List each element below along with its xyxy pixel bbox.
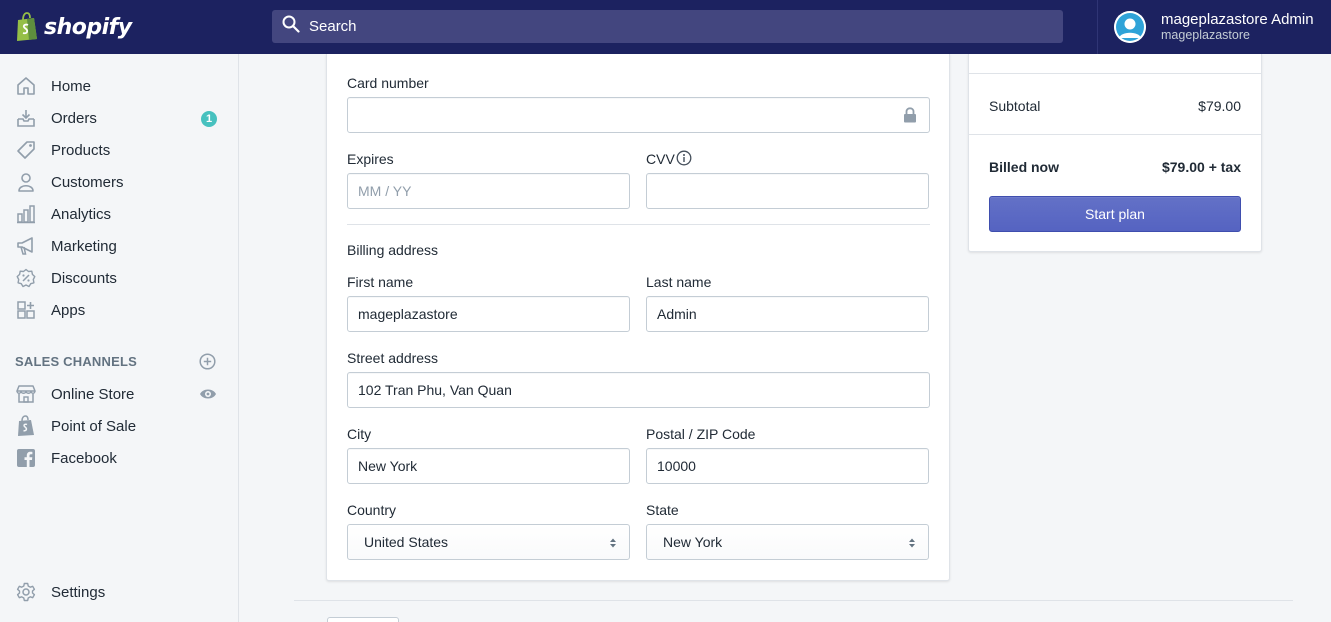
sidebar-item-label: Marketing — [51, 237, 117, 255]
bar-chart-icon — [15, 203, 37, 225]
card-number-field[interactable] — [347, 97, 930, 133]
shopify-logo[interactable]: shopify — [0, 0, 239, 54]
sidebar-item-point-of-sale[interactable]: Point of Sale — [0, 410, 238, 442]
search-placeholder: Search — [309, 18, 357, 35]
person-icon — [15, 171, 37, 193]
sidebar-item-analytics[interactable]: Analytics — [0, 198, 238, 230]
footer-divider — [294, 600, 1293, 601]
sidebar-item-label: Products — [51, 141, 111, 159]
sidebar-item-products[interactable]: Products — [0, 134, 238, 166]
top-bar: shopify Search mageplazastore Admin mage… — [0, 0, 1331, 54]
sidebar-item-label: Analytics — [51, 205, 112, 223]
first-name-label: First name — [347, 274, 414, 290]
subtotal-label: Subtotal — [989, 98, 1041, 114]
street-address-label: Street address — [347, 350, 439, 366]
sidebar-item-settings[interactable]: Settings — [0, 576, 238, 608]
info-icon[interactable] — [676, 150, 692, 171]
state-label: State — [646, 502, 679, 518]
store-icon — [15, 383, 37, 405]
sidebar-item-label: Settings — [51, 583, 106, 601]
home-icon — [15, 75, 37, 97]
card-number-label: Card number — [347, 75, 429, 91]
select-caret-icon — [609, 536, 617, 548]
subtotal-row: Subtotal $79.00 — [989, 98, 1241, 114]
select-caret-icon — [908, 536, 916, 548]
first-name-field[interactable]: mageplazastore — [347, 296, 630, 332]
expires-field[interactable]: MM / YY — [347, 173, 630, 209]
sidebar: Home Orders 1 Products Customers Analyti… — [0, 54, 239, 622]
sidebar-item-label: Facebook — [51, 449, 117, 467]
sidebar-item-customers[interactable]: Customers — [0, 166, 238, 198]
discount-icon — [15, 267, 37, 289]
cvv-field[interactable] — [646, 173, 929, 209]
apps-icon — [15, 299, 37, 321]
sidebar-item-label: Orders — [51, 109, 97, 127]
last-name-field[interactable]: Admin — [646, 296, 929, 332]
billed-now-value: $79.00 + tax — [1161, 159, 1241, 175]
sidebar-item-facebook[interactable]: Facebook — [0, 442, 238, 474]
billed-now-row: Billed now $79.00 + tax — [989, 159, 1241, 175]
user-store: mageplazastore — [1161, 28, 1250, 42]
summary-divider — [969, 73, 1261, 74]
plan-summary-card: Subtotal $79.00 Billed now $79.00 + tax … — [968, 54, 1262, 252]
tag-icon — [15, 139, 37, 161]
city-field[interactable]: New York — [347, 448, 630, 484]
zip-label: Postal / ZIP Code — [646, 426, 756, 442]
last-name-label: Last name — [646, 274, 712, 290]
sidebar-item-label: Home — [51, 77, 92, 95]
country-select[interactable]: United States — [347, 524, 630, 560]
search-icon — [282, 15, 300, 38]
search-input[interactable]: Search — [272, 10, 1063, 43]
country-value: United States — [364, 534, 449, 550]
sidebar-item-label: Point of Sale — [51, 417, 137, 435]
zip-field[interactable]: 10000 — [646, 448, 929, 484]
user-name: mageplazastore Admin — [1161, 11, 1314, 28]
state-value: New York — [663, 534, 723, 550]
sidebar-item-orders[interactable]: Orders 1 — [0, 102, 238, 134]
user-menu[interactable]: mageplazastore Admin mageplazastore — [1097, 0, 1331, 54]
sidebar-item-label: Apps — [51, 301, 86, 319]
sidebar-item-home[interactable]: Home — [0, 70, 238, 102]
footer-button[interactable] — [327, 617, 399, 622]
add-sales-channel-icon[interactable] — [199, 353, 216, 370]
city-label: City — [347, 426, 372, 442]
sidebar-item-label: Customers — [51, 173, 124, 191]
sales-channels-heading: SALES CHANNELS — [15, 354, 137, 369]
sidebar-item-label: Online Store — [51, 385, 135, 403]
country-label: Country — [347, 502, 397, 518]
megaphone-icon — [15, 235, 37, 257]
state-select[interactable]: New York — [646, 524, 929, 560]
brand-wordmark: shopify — [44, 14, 132, 40]
sidebar-item-marketing[interactable]: Marketing — [0, 230, 238, 262]
facebook-icon — [15, 447, 37, 469]
lock-icon — [903, 107, 917, 128]
cvv-label: CVV — [646, 151, 675, 167]
sidebar-item-apps[interactable]: Apps — [0, 294, 238, 326]
payment-form-card: Card number Expires MM / YY CVV Billing … — [326, 54, 950, 581]
orders-icon — [15, 107, 37, 129]
subtotal-value: $79.00 — [1198, 98, 1241, 114]
expires-label: Expires — [347, 151, 394, 167]
summary-divider — [969, 134, 1261, 135]
section-divider — [347, 224, 930, 225]
orders-count-badge: 1 — [201, 111, 217, 127]
billing-address-heading: Billing address — [347, 242, 439, 258]
avatar — [1114, 11, 1146, 43]
shopify-bag-icon — [15, 12, 39, 42]
start-plan-button[interactable]: Start plan — [989, 196, 1241, 232]
eye-icon[interactable] — [199, 386, 217, 402]
shopify-bag-icon — [15, 415, 37, 437]
billed-now-label: Billed now — [989, 159, 1059, 175]
street-address-field[interactable]: 102 Tran Phu, Van Quan — [347, 372, 930, 408]
sidebar-item-label: Discounts — [51, 269, 117, 287]
gear-icon — [15, 581, 37, 603]
sidebar-item-discounts[interactable]: Discounts — [0, 262, 238, 294]
